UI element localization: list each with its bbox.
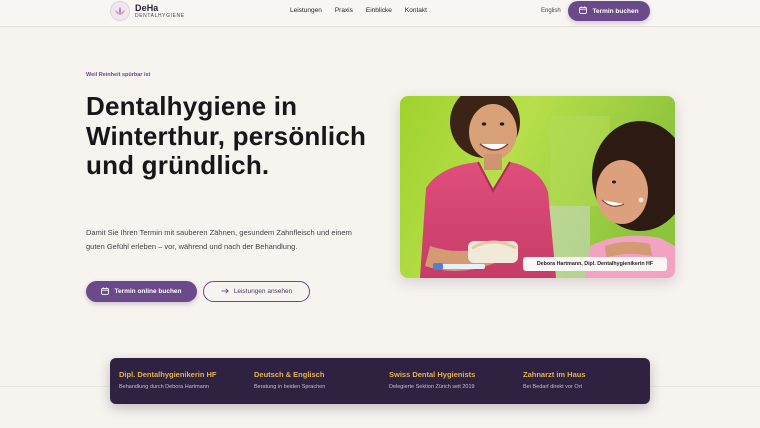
view-services-label: Leistungen ansehen <box>233 288 293 295</box>
feature-description: Bei Bedarf direkt vor Ort <box>523 384 582 390</box>
calendar-icon <box>579 6 588 16</box>
language-switch[interactable]: English <box>541 8 561 14</box>
feature-item: Zahnarzt im Haus Bei Bedarf direkt vor O… <box>523 370 586 390</box>
book-appointment-label: Termin buchen <box>592 7 639 15</box>
feature-title: Dipl. Dentalhygienikerin HF <box>119 370 217 379</box>
feature-description: Behandlung durch Debora Hartmann <box>119 384 209 390</box>
feature-item: Dipl. Dentalhygienikerin HF Behandlung d… <box>119 370 217 390</box>
feature-description: Beratung in beiden Sprachen <box>254 384 326 390</box>
trust-strip: Dipl. Dentalhygienikerin HF Behandlung d… <box>110 358 650 404</box>
logo-title: DeHa <box>135 2 159 13</box>
nav-link-kontakt[interactable]: Kontakt <box>405 7 427 14</box>
logo[interactable]: DeHa DENTALHYGIENE <box>110 1 185 21</box>
feature-title: Swiss Dental Hygienists <box>389 370 476 379</box>
arrow-right-icon <box>221 287 229 296</box>
view-services-button[interactable]: Leistungen ansehen <box>203 281 310 302</box>
calendar-icon <box>101 286 110 297</box>
hero-eyebrow: Weil Reinheit spürbar ist <box>86 72 151 78</box>
feature-description: Delegierte Sektion Zürich seit 2019 <box>389 384 475 390</box>
hero-headline: Dentalhygiene in Winterthur, persönlich … <box>86 91 367 180</box>
logo-subtitle: DENTALHYGIENE <box>135 12 185 19</box>
site-header: DeHa DENTALHYGIENE Leistungen Praxis Ein… <box>0 0 760 27</box>
hero-intro: Damit Sie Ihren Termin mit sauberen Zähn… <box>86 228 352 251</box>
nav-link-praxis[interactable]: Praxis <box>335 7 353 14</box>
nav-link-leistungen[interactable]: Leistungen <box>290 7 322 14</box>
feature-item: Swiss Dental Hygienists Delegierte Sekti… <box>389 370 475 390</box>
book-online-label: Termin online buchen <box>114 288 182 295</box>
main-nav: Leistungen Praxis Einblicke Kontakt <box>290 7 427 14</box>
book-online-button[interactable]: Termin online buchen <box>86 281 197 302</box>
feature-title: Deutsch & Englisch <box>254 370 325 379</box>
photo-caption: Debora Hartmann, Dipl. Dentalhygienikeri… <box>523 257 667 271</box>
nav-link-einblicke[interactable]: Einblicke <box>366 7 392 14</box>
feature-item: Deutsch & Englisch Beratung in beiden Sp… <box>254 370 325 390</box>
feature-title: Zahnarzt im Haus <box>523 370 586 379</box>
lotus-icon <box>110 1 130 21</box>
book-appointment-button[interactable]: Termin buchen <box>568 1 650 21</box>
hero-photo <box>400 96 675 278</box>
